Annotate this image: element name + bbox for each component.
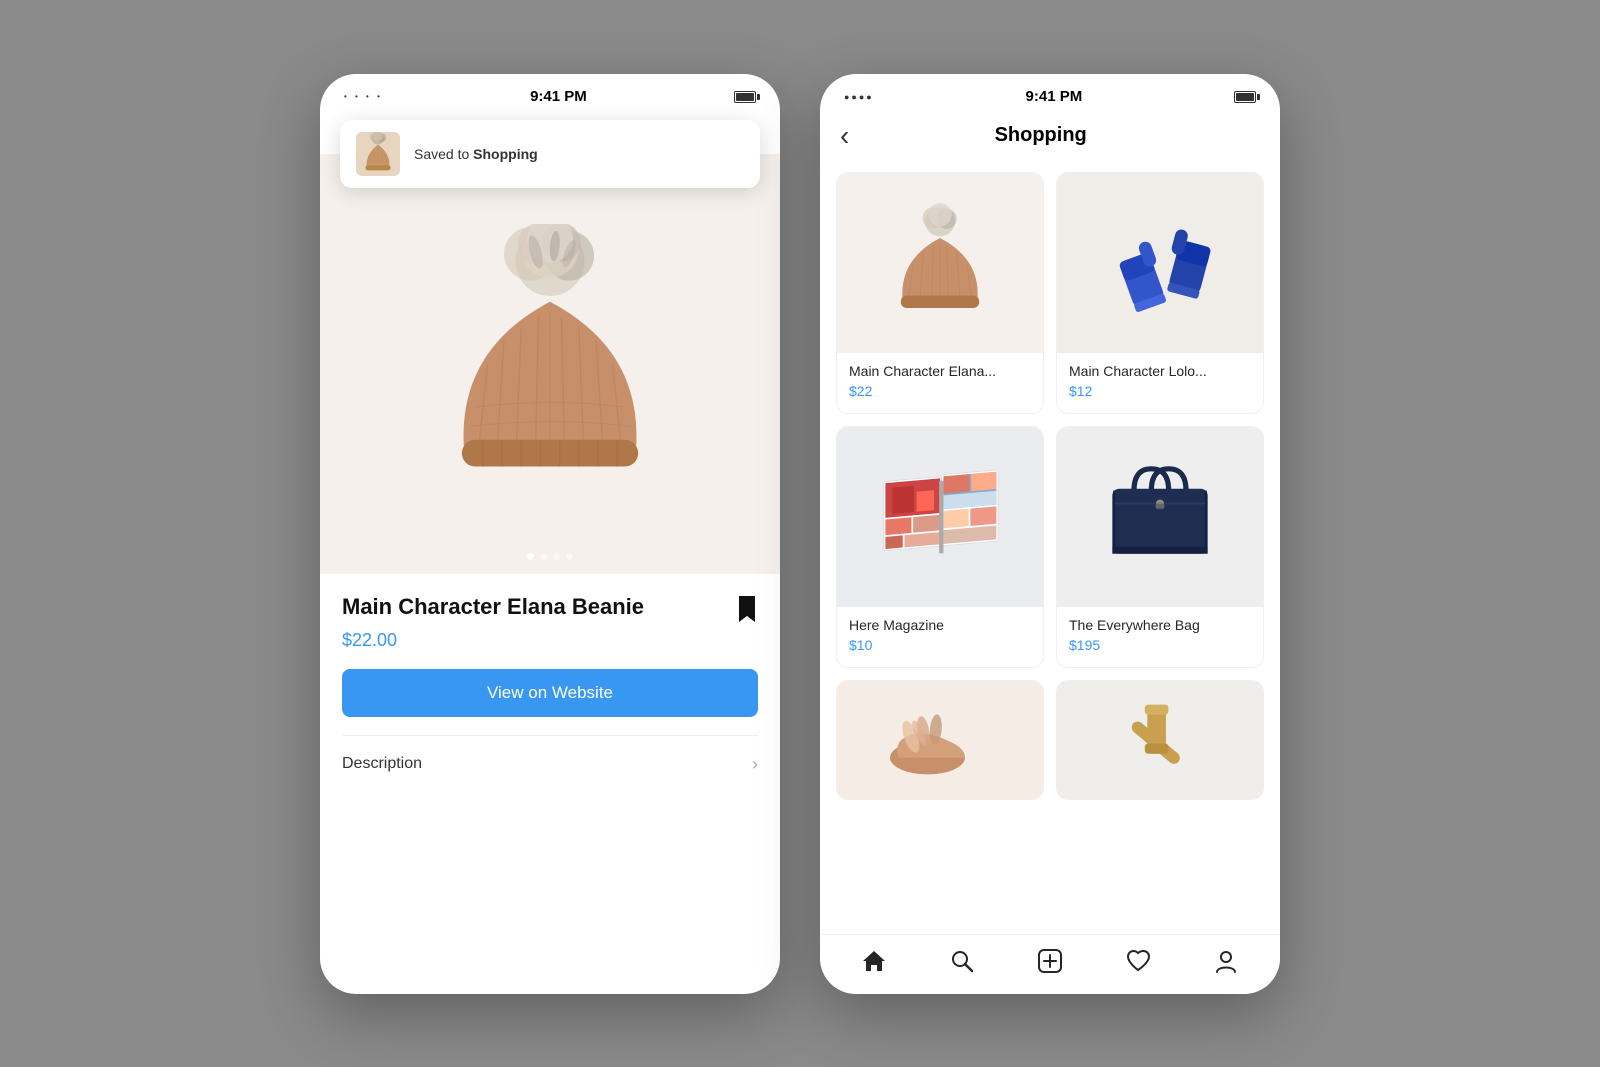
nav-home-icon[interactable] xyxy=(861,948,887,981)
grid-item-bag[interactable]: The Everywhere Bag $195 xyxy=(1056,426,1264,668)
magazine-grid-icon xyxy=(875,462,1005,572)
item-image-shoes xyxy=(837,681,1043,800)
item-info-mittens: Main Character Lolo... $12 xyxy=(1057,353,1263,413)
signal-dots: • • • • xyxy=(344,92,383,101)
item-image-bag xyxy=(1057,427,1263,607)
item-price-mittens: $12 xyxy=(1069,383,1251,399)
shopping-grid: Main Character Elana... $22 xyxy=(820,164,1280,808)
shopping-header: ‹ Shopping xyxy=(820,114,1280,164)
status-bar-phone1: • • • • 9:41 PM xyxy=(320,74,780,114)
description-label: Description xyxy=(342,755,422,773)
dot-3 xyxy=(553,553,560,560)
status-bar-phone2: ●●●● 9:41 PM xyxy=(820,74,1280,114)
toast-thumbnail xyxy=(356,132,400,176)
view-website-button[interactable]: View on Website xyxy=(342,669,758,717)
time-display-phone1: 9:41 PM xyxy=(383,88,734,105)
image-dots-indicator xyxy=(527,553,573,560)
item-info-beanie: Main Character Elana... $22 xyxy=(837,353,1043,413)
dot-1 xyxy=(527,553,534,560)
toast-message: Saved to Shopping xyxy=(414,146,538,162)
item-name-bag: The Everywhere Bag xyxy=(1069,617,1251,633)
bookmark-icon[interactable] xyxy=(736,596,758,624)
grid-item-beanie[interactable]: Main Character Elana... $22 xyxy=(836,172,1044,414)
nav-search-icon[interactable] xyxy=(949,948,975,981)
beanie-grid-icon xyxy=(890,203,990,323)
product-image-area xyxy=(320,154,780,574)
phone1: • • • • 9:41 PM xyxy=(320,74,780,994)
shoes-grid-icon xyxy=(880,691,1000,791)
product-price: $22.00 xyxy=(342,630,758,651)
item-price-beanie: $22 xyxy=(849,383,1031,399)
item-image-gavel xyxy=(1057,681,1263,800)
nav-profile-icon[interactable] xyxy=(1213,948,1239,981)
bottom-nav xyxy=(820,934,1280,994)
item-image-magazine xyxy=(837,427,1043,607)
dot-2 xyxy=(540,553,547,560)
item-image-beanie xyxy=(837,173,1043,353)
product-title: Main Character Elana Beanie xyxy=(342,594,736,620)
bag-grid-icon xyxy=(1095,459,1225,574)
dot-4 xyxy=(566,553,573,560)
grid-item-mittens[interactable]: Main Character Lolo... $12 xyxy=(1056,172,1264,414)
description-row[interactable]: Description › xyxy=(342,735,758,785)
phones-container: • • • • 9:41 PM xyxy=(320,74,1280,994)
time-display-phone2: 9:41 PM xyxy=(874,88,1234,105)
product-beanie-image xyxy=(435,224,665,504)
signal-dots-phone2: ●●●● xyxy=(844,92,874,102)
chevron-right-icon: › xyxy=(752,754,758,775)
toast-beanie-icon xyxy=(356,132,400,176)
nav-heart-icon[interactable] xyxy=(1125,948,1151,981)
battery-icon-phone1 xyxy=(734,91,756,103)
item-info-magazine: Here Magazine $10 xyxy=(837,607,1043,667)
item-info-bag: The Everywhere Bag $195 xyxy=(1057,607,1263,667)
product-info: Main Character Elana Beanie $22.00 View … xyxy=(320,574,780,805)
item-image-mittens xyxy=(1057,173,1263,353)
product-title-row: Main Character Elana Beanie xyxy=(342,594,758,624)
back-button[interactable]: ‹ xyxy=(840,122,849,150)
shopping-page-title: Shopping xyxy=(849,124,1232,147)
battery-area-phone2 xyxy=(1234,91,1256,103)
item-name-beanie: Main Character Elana... xyxy=(849,363,1031,379)
phone2: ●●●● 9:41 PM ‹ Shopping xyxy=(820,74,1280,994)
grid-item-gavel[interactable] xyxy=(1056,680,1264,800)
gavel-grid-icon xyxy=(1100,686,1220,796)
battery-icon-phone2 xyxy=(1234,91,1256,103)
battery-area-phone1 xyxy=(734,91,756,103)
item-name-magazine: Here Magazine xyxy=(849,617,1031,633)
mittens-grid-icon xyxy=(1100,208,1220,318)
item-price-magazine: $10 xyxy=(849,637,1031,653)
saved-toast: Saved to Shopping xyxy=(340,120,760,188)
nav-add-icon[interactable] xyxy=(1037,948,1063,981)
grid-item-shoes[interactable] xyxy=(836,680,1044,800)
item-price-bag: $195 xyxy=(1069,637,1251,653)
grid-item-magazine[interactable]: Here Magazine $10 xyxy=(836,426,1044,668)
item-name-mittens: Main Character Lolo... xyxy=(1069,363,1251,379)
